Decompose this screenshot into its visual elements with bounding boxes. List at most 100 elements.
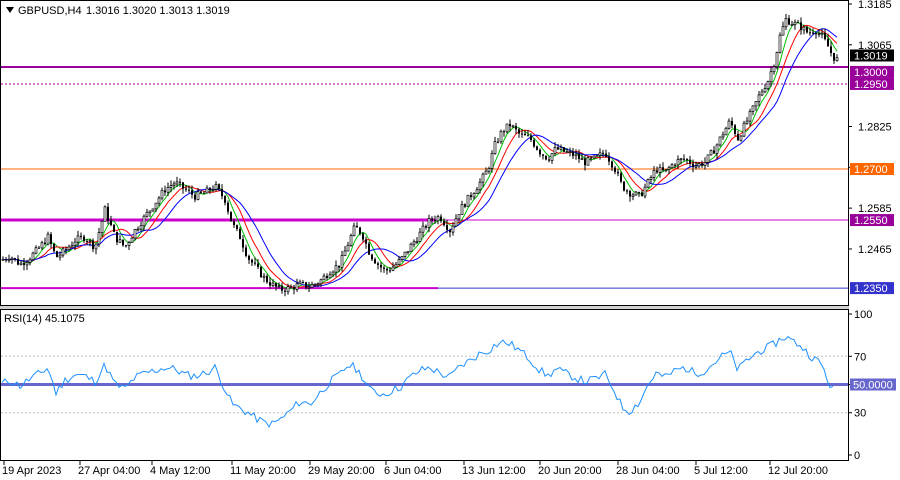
candle-body-down [578,154,580,159]
candle-body-up [706,154,710,163]
candle-body-up [802,26,806,31]
candle-body-down [533,139,535,147]
candle-body-down [641,192,643,197]
candle-body-up [487,168,491,172]
candle-body-up [745,120,749,124]
candle-body-up [778,34,782,53]
price-tick-label: 1.2825 [858,121,892,133]
candle-body-up [772,66,776,73]
candle-body-down [233,221,235,226]
candle-body-up [676,159,680,166]
candle-body-up [748,111,752,122]
candle-body-up [391,266,395,271]
candle-body-up [634,191,638,196]
candle-body-down [608,156,610,162]
candle-body-up [97,232,101,245]
price-tag-label: 1.2950 [854,79,888,91]
candle-body-down [44,242,46,245]
candle-body-up [709,150,713,156]
candle-body-down [227,202,229,212]
candle-body-up [307,287,311,289]
panel-separator[interactable] [0,306,849,309]
candle-body-up [133,228,137,239]
candle-body-up [574,153,578,157]
rsi-header: RSI(14) 45.1075 [4,313,85,325]
price-tag-label: 1.2350 [854,283,888,295]
candle-body-down [806,27,808,33]
time-tick-label: 13 Jun 12:00 [462,465,526,477]
candle-body-up [322,275,326,281]
candle-body-down [365,239,367,244]
candle-body-up [694,165,698,168]
candle-body-down [527,135,529,137]
candle-body-down [809,32,811,34]
rsi-tick-label: 0 [854,450,860,462]
candle-body-up [160,190,164,199]
candle-body-down [230,211,232,222]
candle-body-down [521,133,523,135]
candle-body-up [169,185,173,188]
candle-body-up [511,125,515,128]
candle-body-up [157,197,161,204]
candle-body-up [139,225,143,230]
time-tick-label: 11 May 20:00 [230,465,296,477]
candle-body-down [269,282,271,286]
candle-body-up [145,211,149,217]
candle-body-down [17,258,19,265]
candle-body-up [88,240,92,242]
candle-body-down [23,263,25,265]
candle-body-up [340,255,344,268]
candle-body-down [266,276,268,283]
candle-body-down [116,231,118,243]
candle-body-up [1,259,5,261]
time-tick-label: 27 Apr 04:00 [78,465,140,477]
candle-body-up [403,251,407,257]
candle-body-up [76,235,80,243]
price-tag-label: 1.3019 [854,50,888,62]
candle-body-up [820,32,824,35]
candle-body-down [440,216,442,222]
candle-body-up [649,177,653,180]
candle-body-up [127,242,131,247]
candle-body-up [775,52,779,68]
candle-body-down [209,188,211,191]
candle-body-up [67,246,71,251]
candle-body-up [334,265,338,273]
candle-body-up [103,206,107,222]
candle-body-up [658,166,662,173]
trading-chart[interactable]: 1.31851.30651.28251.27051.25851.2465 1.3… [0,0,900,480]
candle-body-down [38,247,40,249]
candle-body-down [182,182,184,189]
candle-body-down [248,255,250,260]
candle-body-down [5,259,7,261]
candle-body-up [592,155,596,159]
candle-body-up [400,256,404,260]
candle-body-up [316,283,320,286]
candle-body-up [61,248,65,256]
candle-body-down [674,164,676,166]
candle-body-up [295,283,299,290]
candle-body-up [499,130,503,143]
candle-body-up [454,218,458,227]
candle-body-up [196,191,200,200]
candle-body-down [605,153,607,157]
candle-body-down [524,133,526,136]
time-tick-label: 4 May 12:00 [150,465,211,477]
candle-body-down [218,184,220,189]
candle-body-up [211,189,215,191]
candle-body-down [356,225,358,228]
candle-body-up [643,186,647,197]
candle-body-down [815,33,817,35]
candle-body-down [374,259,376,264]
candle-body-up [472,193,476,198]
candle-body-up [670,164,674,169]
candle-body-down [92,240,94,249]
candle-body-down [359,227,361,234]
candle-body-up [679,158,683,161]
candle-body-up [154,202,158,210]
candle-body-down [203,192,205,194]
candle-body-up [703,162,707,167]
candle-body-down [797,22,799,24]
candle-body-down [107,206,109,221]
candle-body-down [53,243,55,252]
